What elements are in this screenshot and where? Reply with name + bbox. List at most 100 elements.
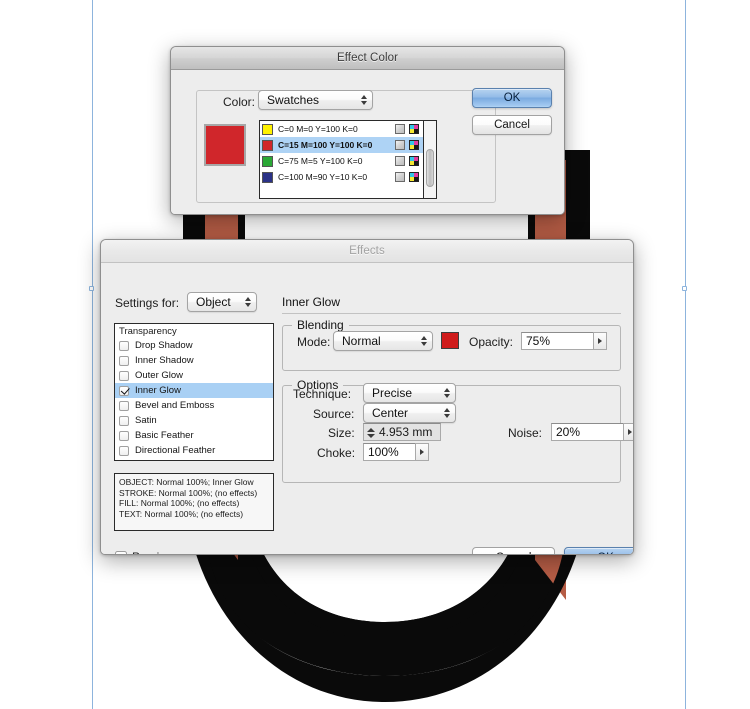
color-mode-value: Swatches (267, 93, 320, 107)
effects-list-item[interactable]: Inner Shadow (115, 353, 273, 368)
effect-color-cancel-button[interactable]: Cancel (472, 115, 552, 135)
effect-color-body: Color: Swatches C=0 M=0 Y=100 K=0 C=15 M=… (171, 70, 564, 214)
swatch-tint-icon (395, 124, 405, 134)
chevron-updown-icon (357, 91, 372, 109)
size-label: Size: (328, 426, 355, 440)
technique-dropdown[interactable]: Precise (363, 383, 456, 403)
chevron-updown-icon (241, 293, 256, 311)
swatch-tint-icon (395, 172, 405, 182)
swatch-row[interactable]: C=75 M=5 Y=100 K=0 (260, 153, 423, 169)
panel-title-divider (282, 313, 621, 314)
effects-ok-button[interactable]: OK (564, 547, 633, 555)
settings-for-dropdown[interactable]: Object (187, 292, 257, 312)
chevron-updown-icon (417, 332, 432, 350)
summary-line: STROKE: Normal 100%; (no effects) (119, 487, 258, 498)
page-guide-right (685, 0, 686, 709)
effect-checkbox[interactable] (119, 461, 129, 462)
summary-line: OBJECT: Normal 100%; Inner Glow (119, 477, 254, 487)
effect-checkbox[interactable] (119, 370, 129, 381)
summary-line: TEXT: Normal 100%; (no effects) (119, 508, 244, 519)
swatch-name: C=75 M=5 Y=100 K=0 (278, 156, 363, 166)
swatch-tint-icon (395, 140, 405, 150)
effects-dialog[interactable]: Effects Settings for: Object Inner Glow … (100, 239, 634, 555)
effect-color-ok-label: OK (503, 92, 521, 104)
effects-list[interactable]: Transparency Drop Shadow Inner Shadow Outer… (114, 323, 274, 461)
effects-list-item[interactable]: Drop Shadow (115, 338, 273, 353)
swatch-list-scroll-thumb[interactable] (426, 149, 434, 187)
effect-label: Bevel and Emboss (135, 400, 215, 411)
effect-label: Outer Glow (135, 370, 184, 381)
effect-checkbox[interactable] (119, 445, 129, 456)
effects-list-item[interactable]: Satin (115, 413, 273, 428)
technique-value: Precise (372, 386, 413, 400)
blend-mode-dropdown[interactable]: Normal (333, 331, 433, 351)
opacity-label: Opacity: (469, 335, 514, 349)
glow-color-button[interactable] (441, 332, 459, 349)
effect-color-ok-button[interactable]: OK (472, 88, 552, 108)
noise-label: Noise: (508, 426, 543, 440)
effects-ok-label: OK (597, 552, 614, 555)
preview-checkbox[interactable] (115, 551, 127, 554)
effects-list-item[interactable]: Basic Feather (115, 428, 273, 443)
swatch-row[interactable]: C=0 M=0 Y=100 K=0 (260, 121, 423, 137)
swatch-list-scrollbar[interactable] (424, 120, 437, 199)
effect-checkbox[interactable] (119, 415, 129, 426)
swatch-row[interactable]: C=100 M=90 Y=10 K=0 (260, 169, 423, 185)
effect-color-titlebar[interactable]: Effect Color (171, 47, 564, 70)
effects-cancel-label: Cancel (496, 552, 532, 555)
chevron-updown-icon (440, 404, 455, 422)
color-mode-dropdown[interactable]: Swatches (258, 90, 373, 110)
source-dropdown[interactable]: Center (363, 403, 456, 423)
swatch-name: C=15 M=100 Y=100 K=0 (278, 140, 373, 150)
panel-title: Inner Glow (282, 295, 341, 309)
effect-color-title: Effect Color (336, 52, 399, 64)
effects-cancel-button[interactable]: Cancel (472, 547, 555, 555)
size-value: 4.953 mm (379, 425, 433, 439)
effect-checkbox[interactable] (119, 400, 129, 411)
effect-checkbox[interactable] (119, 430, 129, 441)
opacity-input[interactable]: 75% (521, 332, 607, 350)
effect-color-dialog[interactable]: Effect Color Color: Swatches C=0 M=0 Y=1… (170, 46, 565, 215)
cmyk-mode-icon (409, 140, 419, 150)
effects-list-item[interactable]: Gradient Feather (115, 458, 273, 462)
swatch-name: C=0 M=0 Y=100 K=0 (278, 124, 358, 134)
size-input[interactable]: 4.953 mm (363, 423, 441, 441)
effect-checkbox[interactable] (119, 355, 129, 366)
guide-handle-right[interactable] (682, 286, 687, 291)
choke-popup-arrow-icon[interactable] (415, 443, 429, 461)
effects-list-item[interactable]: Outer Glow (115, 368, 273, 383)
effects-list-header: Transparency (119, 325, 177, 337)
cmyk-mode-icon (409, 172, 419, 182)
effects-titlebar[interactable]: Effects (101, 240, 633, 263)
blending-group-title: Blending (292, 318, 349, 332)
swatch-row[interactable]: C=15 M=100 Y=100 K=0 (260, 137, 423, 153)
cmyk-mode-icon (409, 156, 419, 166)
choke-value: 100% (368, 445, 399, 459)
effects-list-item[interactable]: Inner Glow (115, 383, 273, 398)
source-label: Source: (313, 407, 355, 421)
swatch-color-chip (262, 171, 273, 183)
swatch-list[interactable]: C=0 M=0 Y=100 K=0 C=15 M=100 Y=100 K=0 C=7… (259, 120, 424, 199)
choke-input[interactable]: 100% (363, 443, 429, 461)
swatch-color-chip (262, 155, 273, 167)
source-value: Center (372, 406, 409, 420)
cmyk-mode-icon (409, 124, 419, 134)
mode-label: Mode: (297, 335, 331, 349)
effect-checkbox[interactable] (119, 385, 129, 396)
chevron-updown-icon (440, 384, 455, 402)
preview-label: Preview (132, 550, 175, 554)
effect-color-cancel-label: Cancel (494, 119, 530, 131)
effect-label: Gradient Feather (135, 460, 207, 461)
swatch-tint-icon (395, 156, 405, 166)
opacity-popup-arrow-icon[interactable] (593, 332, 607, 350)
effect-label: Directional Feather (135, 445, 216, 456)
effects-list-item[interactable]: Directional Feather (115, 443, 273, 458)
effects-summary-box: OBJECT: Normal 100%; Inner Glow STROKE: N… (114, 473, 274, 531)
size-stepper[interactable] (365, 424, 376, 442)
noise-popup-arrow-icon[interactable] (623, 423, 633, 441)
noise-input[interactable]: 20% (551, 423, 633, 441)
effects-list-item[interactable]: Bevel and Emboss (115, 398, 273, 413)
effect-checkbox[interactable] (119, 340, 129, 351)
guide-handle-left[interactable] (89, 286, 94, 291)
color-preview-swatch[interactable] (204, 124, 246, 166)
